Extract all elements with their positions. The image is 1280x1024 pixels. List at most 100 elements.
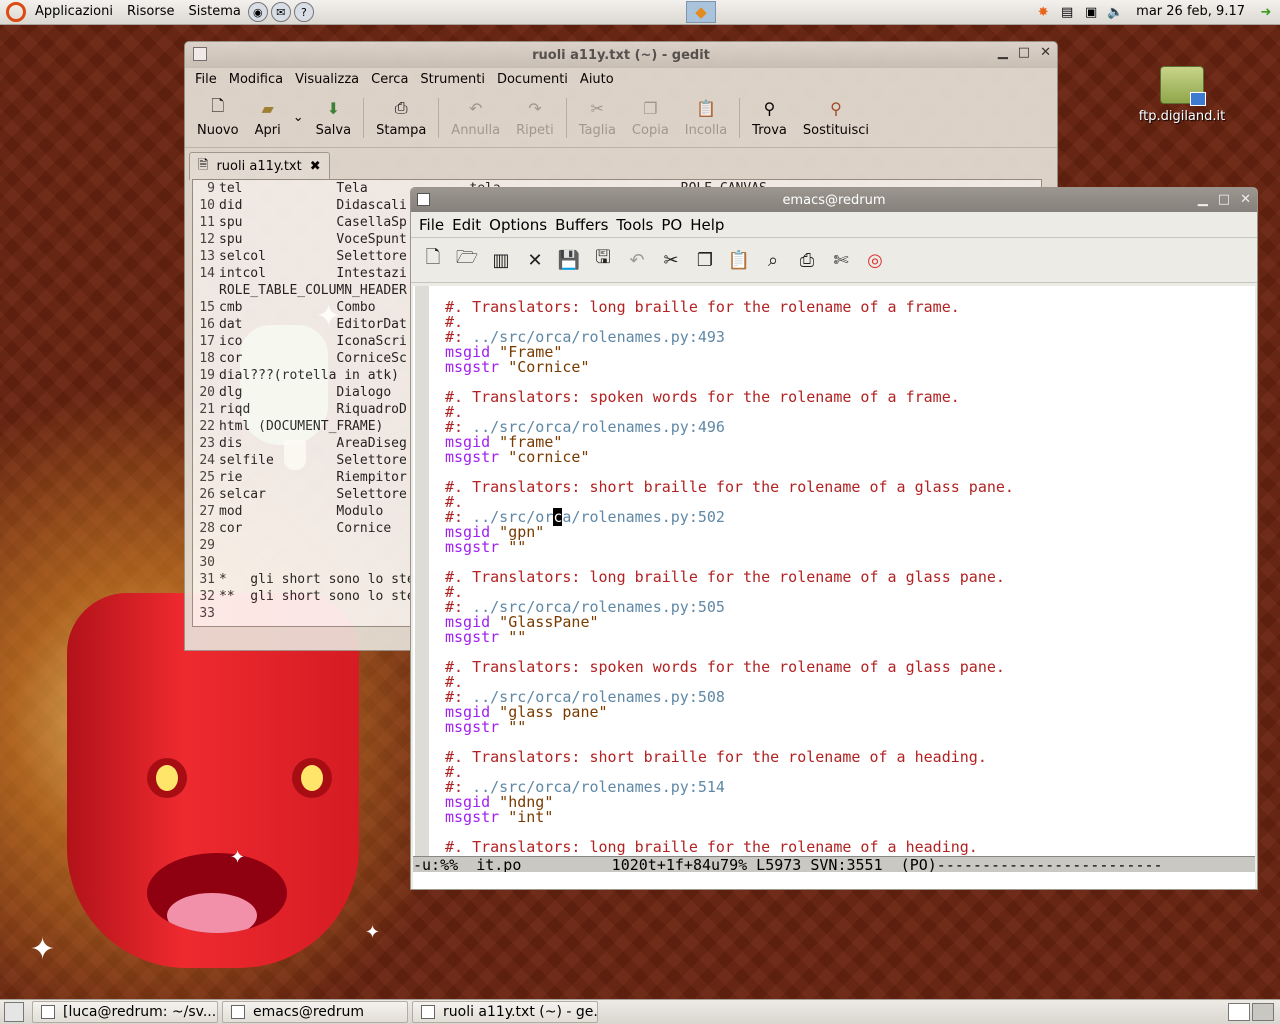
undo-icon[interactable]: ↶ (623, 246, 651, 274)
web-browser-icon[interactable]: ◉ (247, 2, 268, 22)
menu-file[interactable]: File (415, 216, 448, 234)
line-text: dis AreaDiseg (219, 436, 407, 451)
search-icon[interactable]: ⌕ (759, 246, 787, 274)
menu-file[interactable]: File (189, 72, 223, 87)
volume-icon[interactable]: 🔈 (1105, 3, 1125, 21)
copy-icon[interactable]: ❐ (691, 246, 719, 274)
close-buffer-icon[interactable]: ✕ (521, 246, 549, 274)
save-button[interactable]: ⬇ Salva (308, 96, 360, 139)
minibuffer[interactable] (413, 872, 1255, 889)
po-string: "Cornice" (499, 358, 590, 376)
find-label: Trova (752, 123, 787, 138)
paste-icon[interactable]: 📋 (725, 246, 753, 274)
show-desktop-icon[interactable] (4, 1002, 24, 1022)
tab-close-icon[interactable]: ✖ (310, 159, 321, 174)
ubuntu-logo-icon[interactable] (6, 2, 26, 22)
update-notifier-icon[interactable]: ✸ (1033, 3, 1053, 21)
save-icon[interactable]: 💾 (555, 246, 583, 274)
emacs-window-icon[interactable] (417, 193, 430, 206)
taskbar-item-terminal[interactable]: [luca@redrum: ~/sv... (32, 1001, 218, 1023)
tab-label: ruoli a11y.txt (216, 159, 302, 174)
menu-modifica[interactable]: Modifica (223, 72, 289, 87)
menu-strumenti[interactable]: Strumenti (414, 72, 491, 87)
workspace-1[interactable] (1228, 1003, 1250, 1021)
open-button[interactable]: ▰ Apri (247, 96, 289, 139)
taskbar-item-emacs[interactable]: emacs@redrum (222, 1001, 408, 1023)
line-text: ** gli short sono lo ste (219, 589, 415, 604)
menu-documenti[interactable]: Documenti (491, 72, 574, 87)
line-text: intcol Intestazi (219, 266, 407, 281)
find-button[interactable]: ⚲ Trova (744, 96, 795, 139)
line-number: 33 (199, 606, 215, 621)
replace-button[interactable]: ⚲ Sostituisci (795, 96, 877, 139)
printer-icon[interactable]: ⎙ (793, 246, 821, 274)
line-number: 27 (199, 504, 215, 519)
menu-help[interactable]: Help (686, 216, 728, 234)
menu-edit[interactable]: Edit (448, 216, 485, 234)
logout-icon[interactable]: ➜ (1256, 3, 1276, 21)
emacs-toolbar: 🗋 🗁 ▥ ✕ 💾 🖫 ↶ ✂ ❐ 📋 ⌕ ⎙ ✄ ◎ (411, 238, 1257, 283)
gedit-titlebar[interactable]: ruoli a11y.txt (~) - gedit ▁ □ ✕ (185, 42, 1057, 68)
menu-sistema[interactable]: Sistema (181, 0, 247, 24)
redo-button[interactable]: ↷ Ripeti (508, 96, 562, 139)
save-as-icon[interactable]: 🖫 (589, 246, 617, 274)
menu-po[interactable]: PO (657, 216, 686, 234)
po-string: "cornice" (499, 448, 590, 466)
menu-applicazioni[interactable]: Applicazioni (28, 0, 120, 24)
drive-icon[interactable]: ▤ (1057, 3, 1077, 21)
workspace-2[interactable] (1252, 1003, 1274, 1021)
menu-buffers[interactable]: Buffers (551, 216, 612, 234)
menu-risorse[interactable]: Risorse (120, 0, 182, 24)
minimize-icon[interactable]: ▁ (1198, 192, 1208, 207)
open-folder-icon[interactable]: 🗁 (453, 246, 481, 274)
help-lifebuoy-icon[interactable]: ◎ (861, 246, 889, 274)
menu-aiuto[interactable]: Aiuto (574, 72, 620, 87)
new-button[interactable]: 🗋 Nuovo (189, 96, 247, 139)
line-number: 25 (199, 470, 215, 485)
source-reference: a/rolenames.py:502 (562, 508, 725, 526)
help-icon[interactable]: ? (293, 2, 314, 22)
buffer-line: msgstr "int" (445, 810, 1014, 825)
open-recent-dropdown[interactable]: ⌄ (289, 96, 308, 125)
new-file-icon[interactable]: 🗋 (419, 246, 447, 274)
line-text: spu VoceSpunt (219, 232, 407, 247)
cut-button[interactable]: ✂ Taglia (571, 96, 624, 139)
desktop-icon-ftp[interactable]: ftp.digiland.it (1132, 66, 1232, 124)
close-icon[interactable]: ✕ (1240, 192, 1251, 207)
window-controls: ▁ □ ✕ (998, 45, 1051, 60)
fish-applet-icon[interactable]: ◆ (686, 1, 716, 23)
po-comment: #. Translators: long braille for the rol… (445, 568, 1005, 586)
emacs-icon (231, 1005, 245, 1019)
scrollbar[interactable] (415, 286, 429, 856)
document-tab[interactable]: 🗎 ruoli a11y.txt ✖ (189, 152, 330, 180)
scissors-icon[interactable]: ✂ (657, 246, 685, 274)
printer-icon: ⎙ (394, 98, 408, 117)
emacs-buffer[interactable]: #. Translators: long braille for the rol… (413, 286, 1255, 856)
po-comment: #. Translators: short braille for the ro… (445, 748, 987, 766)
maximize-icon[interactable]: □ (1018, 45, 1030, 60)
paste-button[interactable]: 📋 Incolla (677, 96, 735, 139)
minimize-icon[interactable]: ▁ (998, 45, 1008, 60)
line-number: 23 (199, 436, 215, 451)
print-button[interactable]: ⎙ Stampa (368, 96, 434, 138)
line-number: 30 (199, 555, 215, 570)
close-icon[interactable]: ✕ (1040, 45, 1051, 60)
emacs-titlebar[interactable]: emacs@redrum ▁ □ ✕ (411, 188, 1257, 212)
preferences-icon[interactable]: ✄ (827, 246, 855, 274)
undo-button[interactable]: ↶ Annulla (443, 96, 508, 139)
network-icon[interactable]: ▣ (1081, 3, 1101, 21)
print-label: Stampa (376, 123, 427, 138)
menu-cerca[interactable]: Cerca (365, 72, 414, 87)
clock[interactable]: mar 26 feb, 9.17 (1129, 0, 1252, 24)
email-client-icon[interactable]: ✉ (270, 2, 291, 22)
line-text: * gli short sono lo ste (219, 572, 415, 587)
dired-icon[interactable]: ▥ (487, 246, 515, 274)
po-comment: #. Translators: long braille for the rol… (445, 838, 978, 856)
taskbar-item-gedit[interactable]: ruoli a11y.txt (~) - ge... (412, 1001, 598, 1023)
gedit-window-icon[interactable] (193, 47, 207, 61)
copy-button[interactable]: ❐ Copia (624, 96, 677, 139)
menu-tools[interactable]: Tools (612, 216, 657, 234)
maximize-icon[interactable]: □ (1218, 192, 1230, 207)
menu-options[interactable]: Options (485, 216, 551, 234)
menu-visualizza[interactable]: Visualizza (289, 72, 365, 87)
